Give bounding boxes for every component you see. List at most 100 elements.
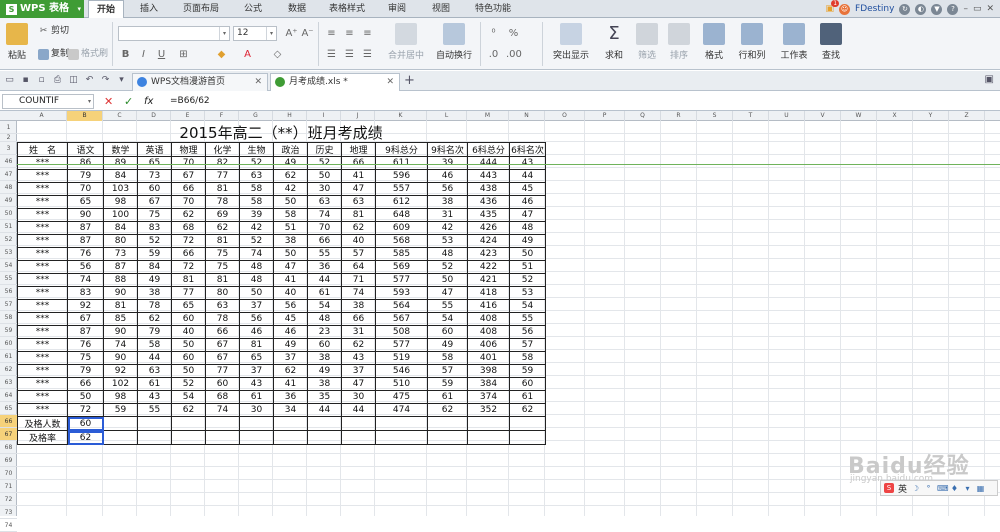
- table-cell[interactable]: ***: [17, 247, 68, 261]
- table-cell[interactable]: 51: [509, 260, 546, 274]
- table-cell[interactable]: 57: [427, 364, 468, 378]
- table-cell[interactable]: 557: [375, 182, 428, 196]
- empty-cell[interactable]: [307, 416, 342, 431]
- table-cell[interactable]: 61: [239, 390, 274, 404]
- table-cell[interactable]: 58: [137, 338, 172, 352]
- format-button[interactable]: 格式: [700, 23, 728, 61]
- table-cell[interactable]: 57: [341, 247, 376, 261]
- empty-cell[interactable]: [375, 416, 428, 431]
- table-cell[interactable]: 66: [307, 234, 342, 248]
- row-header-2[interactable]: 2: [0, 134, 17, 142]
- row-header-53[interactable]: 53: [0, 246, 17, 259]
- table-cell[interactable]: 57: [509, 338, 546, 352]
- table-cell[interactable]: 35: [307, 390, 342, 404]
- table-cell[interactable]: 62: [171, 403, 206, 417]
- table-cell[interactable]: 444: [467, 156, 510, 170]
- table-cell[interactable]: 49: [307, 364, 342, 378]
- table-cell[interactable]: 77: [205, 364, 240, 378]
- table-cell[interactable]: 31: [341, 325, 376, 339]
- table-cell[interactable]: 40: [273, 286, 308, 300]
- empty-cell[interactable]: [427, 416, 468, 431]
- column-header-I[interactable]: I: [307, 111, 341, 121]
- table-cell[interactable]: 72: [171, 260, 206, 274]
- empty-cell[interactable]: [509, 416, 546, 431]
- table-cell[interactable]: 52: [171, 377, 206, 391]
- table-cell[interactable]: ***: [17, 377, 68, 391]
- table-cell[interactable]: 52: [509, 273, 546, 287]
- row-header-59[interactable]: 59: [0, 324, 17, 337]
- table-cell[interactable]: 83: [67, 286, 104, 300]
- row-header-50[interactable]: 50: [0, 207, 17, 220]
- align-bottom-icon[interactable]: ≡: [360, 26, 375, 41]
- table-cell[interactable]: 81: [341, 208, 376, 222]
- table-cell[interactable]: 48: [427, 247, 468, 261]
- row-header-65[interactable]: 65: [0, 402, 17, 415]
- table-cell[interactable]: 46: [273, 325, 308, 339]
- column-header-Q[interactable]: Q: [625, 111, 661, 121]
- row-header-63[interactable]: 63: [0, 376, 17, 389]
- table-cell[interactable]: 53: [509, 286, 546, 300]
- row-header-60[interactable]: 60: [0, 337, 17, 350]
- table-cell[interactable]: 63: [341, 195, 376, 209]
- table-cell[interactable]: 81: [103, 299, 138, 313]
- empty-cell[interactable]: [171, 416, 206, 431]
- summary-value[interactable]: 60: [67, 416, 104, 431]
- table-cell[interactable]: 384: [467, 377, 510, 391]
- table-cell[interactable]: 50: [307, 169, 342, 183]
- table-cell[interactable]: 519: [375, 351, 428, 365]
- new-tab-button[interactable]: +: [404, 73, 415, 89]
- table-cell[interactable]: 37: [239, 299, 274, 313]
- empty-cell[interactable]: [341, 416, 376, 431]
- shrink-font-button[interactable]: A⁻: [300, 26, 315, 41]
- column-heading[interactable]: 物理: [171, 142, 206, 157]
- table-cell[interactable]: 421: [467, 273, 510, 287]
- table-cell[interactable]: 56: [239, 312, 274, 326]
- column-header-E[interactable]: E: [171, 111, 205, 121]
- table-cell[interactable]: 60: [509, 377, 546, 391]
- table-cell[interactable]: ***: [17, 390, 68, 404]
- customize-icon[interactable]: ▾: [116, 75, 127, 86]
- column-header-T[interactable]: T: [733, 111, 769, 121]
- empty-cell[interactable]: [509, 430, 546, 445]
- table-cell[interactable]: 92: [67, 299, 104, 313]
- row-header-69[interactable]: 69: [0, 454, 17, 467]
- table-cell[interactable]: 56: [509, 325, 546, 339]
- table-cell[interactable]: 44: [137, 351, 172, 365]
- table-cell[interactable]: 66: [341, 156, 376, 170]
- row-header-74[interactable]: 74: [0, 519, 17, 532]
- number-format-icon[interactable]: ⁰: [486, 26, 501, 41]
- table-cell[interactable]: 68: [205, 390, 240, 404]
- table-cell[interactable]: 87: [103, 260, 138, 274]
- table-cell[interactable]: 62: [273, 364, 308, 378]
- table-cell[interactable]: 44: [307, 273, 342, 287]
- table-cell[interactable]: 44: [341, 403, 376, 417]
- table-cell[interactable]: 70: [171, 195, 206, 209]
- table-cell[interactable]: 408: [467, 325, 510, 339]
- table-cell[interactable]: 42: [273, 182, 308, 196]
- row-header-3[interactable]: 3: [0, 142, 17, 155]
- table-cell[interactable]: 55: [427, 299, 468, 313]
- column-header-L[interactable]: L: [427, 111, 467, 121]
- restore-icon[interactable]: ▭: [973, 4, 982, 14]
- table-cell[interactable]: 74: [239, 247, 274, 261]
- table-cell[interactable]: 49: [427, 338, 468, 352]
- table-cell[interactable]: 75: [205, 260, 240, 274]
- table-cell[interactable]: 546: [375, 364, 428, 378]
- row-header-48[interactable]: 48: [0, 181, 17, 194]
- table-cell[interactable]: 55: [509, 312, 546, 326]
- table-cell[interactable]: 424: [467, 234, 510, 248]
- table-cell[interactable]: 88: [103, 273, 138, 287]
- table-cell[interactable]: 90: [103, 325, 138, 339]
- redo-icon[interactable]: ↷: [100, 75, 111, 86]
- table-cell[interactable]: 38: [341, 299, 376, 313]
- table-cell[interactable]: 593: [375, 286, 428, 300]
- table-cell[interactable]: 50: [239, 286, 274, 300]
- table-cell[interactable]: 352: [467, 403, 510, 417]
- table-cell[interactable]: 426: [467, 221, 510, 235]
- column-heading[interactable]: 9科名次: [427, 142, 468, 157]
- row-header-57[interactable]: 57: [0, 298, 17, 311]
- table-cell[interactable]: 43: [239, 377, 274, 391]
- table-cell[interactable]: 39: [427, 156, 468, 170]
- column-header-F[interactable]: F: [205, 111, 239, 121]
- table-cell[interactable]: 42: [239, 221, 274, 235]
